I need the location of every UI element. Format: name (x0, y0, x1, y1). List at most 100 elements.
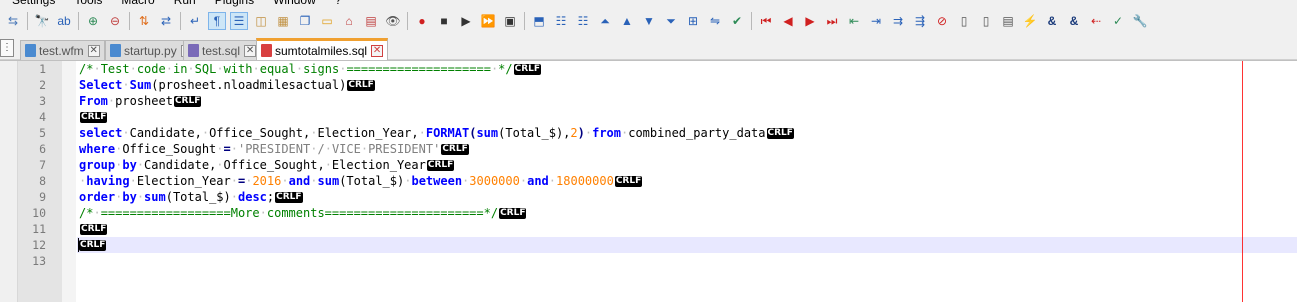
code-line[interactable]: From·prosheet CRLF (78, 93, 1297, 109)
find-button[interactable]: 🔭 (33, 12, 51, 30)
down-button[interactable]: ▼ (640, 12, 658, 30)
doc-map-button[interactable]: ▦ (274, 12, 292, 30)
word-wrap-button[interactable]: ↵ (186, 12, 204, 30)
diff-clear-button[interactable]: ⇶ (911, 12, 929, 30)
close-icon[interactable]: ✕ (87, 44, 100, 57)
compare-button[interactable]: ⇋ (706, 12, 724, 30)
settings-button[interactable]: 🔧 (1131, 12, 1149, 30)
tab-test-wfm[interactable]: test.wfm ✕ (20, 40, 105, 60)
doc-alt-button[interactable]: ▯ (977, 12, 995, 30)
collapse-button[interactable]: ⏶ (596, 12, 614, 30)
zoom-in-icon: ⊕ (87, 14, 99, 28)
doc-lines-icon: ▤ (1002, 14, 1014, 28)
toolbar: ⇆ 🔭 ab ⊕ ⊖ ⇅ ⇄ ↵ ¶ ☰ ◫ ▦ ❐ ▭ ⌂ ▤ 👁 ● ■ ▶ ⏩ ▣ ⬒ ☷ ☷ ⏶ ▲ ▼ ⏷ ⊞ ⇋ ✔ ⏮ ◀ ▶ ⏭ ⇤ ⇥ ⇉… (0, 8, 1297, 34)
menu-settings[interactable]: Settings (12, 0, 55, 7)
stop-macro-button[interactable]: ■ (435, 12, 453, 30)
up-button[interactable]: ▲ (618, 12, 636, 30)
code-line[interactable]: where·Office_Sought·=·'PRESIDENT·/·VICE·… (78, 141, 1297, 157)
prev-button[interactable]: ◀ (779, 12, 797, 30)
close-icon[interactable]: ✕ (371, 44, 384, 57)
menu-run[interactable]: Run (174, 0, 196, 7)
record-macro-button[interactable]: ● (413, 12, 431, 30)
eol-marker: CRLF (499, 208, 527, 219)
tab-test-sql[interactable]: test.sql ✕ (183, 40, 262, 60)
eol-marker: CRLF (275, 192, 303, 203)
expand-button[interactable]: ⏷ (662, 12, 680, 30)
first-button[interactable]: ⏮ (757, 12, 775, 30)
code-line[interactable]: CRLF (78, 221, 1297, 237)
file-icon (261, 44, 272, 57)
zoom-in-button[interactable]: ⊕ (84, 12, 102, 30)
code-editor[interactable]: 1 2 3 4 5 6 7 8 9 10 11 12 13 /*·Test·code·in·SQL·wi… (0, 60, 1297, 302)
play-macro-button[interactable]: ▶ (457, 12, 475, 30)
code-line[interactable]: Select·Sum(prosheet.nloadmilesactual) CRL… (78, 77, 1297, 93)
list-icon: ☷ (555, 14, 567, 28)
bookmark-icon: ⬒ (533, 14, 545, 28)
eol-marker: CRLF (766, 128, 794, 139)
indent-guide-button[interactable]: ☰ (230, 12, 248, 30)
list-button[interactable]: ☷ (552, 12, 570, 30)
function-list-button[interactable]: ❐ (296, 12, 314, 30)
grid-button[interactable]: ⊞ (684, 12, 702, 30)
tag-prev-button[interactable]: ⇠ (1087, 12, 1105, 30)
toolbar-separator (27, 12, 28, 30)
close-icon[interactable]: ✕ (244, 44, 257, 57)
sync-vertical-button[interactable]: ⇅ (135, 12, 153, 30)
indent-button[interactable]: ⇆ (4, 12, 22, 30)
code-line[interactable]: select·Candidate,·Office_Sought,·Electio… (78, 125, 1297, 141)
code-line[interactable]: CRLF (77, 237, 1297, 253)
menu-window[interactable]: Window (273, 0, 316, 7)
monitoring-button[interactable]: ⌂ (340, 12, 358, 30)
doc-lines-button[interactable]: ▤ (999, 12, 1017, 30)
zoom-out-button[interactable]: ⊖ (106, 12, 124, 30)
diff-prev-button[interactable]: ⇤ (845, 12, 863, 30)
save-macro-button[interactable]: ▣ (501, 12, 519, 30)
eol-marker: CRLF (441, 144, 469, 155)
preview-button[interactable]: 👁 (384, 12, 402, 30)
no-compare-button[interactable]: ⊘ (933, 12, 951, 30)
code-line[interactable]: order·by·sum(Total_$)·desc; CRLF (78, 189, 1297, 205)
compare-icon: ⇋ (709, 14, 721, 28)
line-number: 12 (32, 238, 46, 252)
sync-horizontal-button[interactable]: ⇄ (157, 12, 175, 30)
menu-tools[interactable]: Tools (74, 0, 102, 7)
folder-workspace-button[interactable]: ▭ (318, 12, 336, 30)
code-area[interactable]: /*·Test·code·in·SQL·with·equal·signs·===… (77, 61, 1297, 302)
menu-plugins[interactable]: Plugins (215, 0, 254, 7)
tab-label: startup.py (124, 43, 177, 58)
toolbar-separator (524, 12, 525, 30)
stop-macro-icon: ■ (440, 14, 448, 28)
tag-check-button[interactable]: ✓ (1109, 12, 1127, 30)
check-button[interactable]: ✔ (728, 12, 746, 30)
last-button[interactable]: ⏭ (823, 12, 841, 30)
code-line[interactable]: /*·Test·code·in·SQL·with·equal·signs·===… (78, 61, 1297, 77)
ampersand-button[interactable]: & (1043, 12, 1061, 30)
document-list-button[interactable]: ⋮ (0, 39, 14, 57)
menu-help[interactable]: ? (335, 0, 342, 7)
user-defined-lang-button[interactable]: ◫ (252, 12, 270, 30)
menu-macro[interactable]: Macro (121, 0, 154, 7)
bookmark-button[interactable]: ⬒ (530, 12, 548, 30)
code-line[interactable]: CRLF (78, 109, 1297, 125)
lightning-button[interactable]: ⚡ (1021, 12, 1039, 30)
monitoring-icon: ⌂ (345, 14, 353, 28)
ampersand-off-button[interactable]: & (1065, 12, 1083, 30)
run-macro-multiple-button[interactable]: ⏩ (479, 12, 497, 30)
tab-sumtotalmiles-sql[interactable]: sumtotalmiles.sql ✕ (256, 38, 389, 60)
line-number: 6 (39, 142, 46, 156)
preview-icon: 👁 (385, 14, 401, 28)
diff-next-button[interactable]: ⇥ (867, 12, 885, 30)
code-line[interactable] (78, 253, 1297, 269)
code-line[interactable]: ·having·Election_Year·=·2016·and·sum(Tot… (78, 173, 1297, 189)
show-all-chars-button[interactable]: ¶ (208, 12, 226, 30)
fold-margin[interactable] (62, 61, 76, 302)
code-line[interactable]: group·by·Candidate,·Office_Sought,·Elect… (78, 157, 1297, 173)
code-line[interactable]: /*·==================More·comments======… (78, 205, 1297, 221)
replace-button[interactable]: ab (55, 12, 73, 30)
doc-button[interactable]: ▯ (955, 12, 973, 30)
tab-label: test.wfm (39, 43, 84, 58)
next-button[interactable]: ▶ (801, 12, 819, 30)
diff-export-button[interactable]: ⇉ (889, 12, 907, 30)
spellcheck-button[interactable]: ▤ (362, 12, 380, 30)
list-alt-button[interactable]: ☷ (574, 12, 592, 30)
